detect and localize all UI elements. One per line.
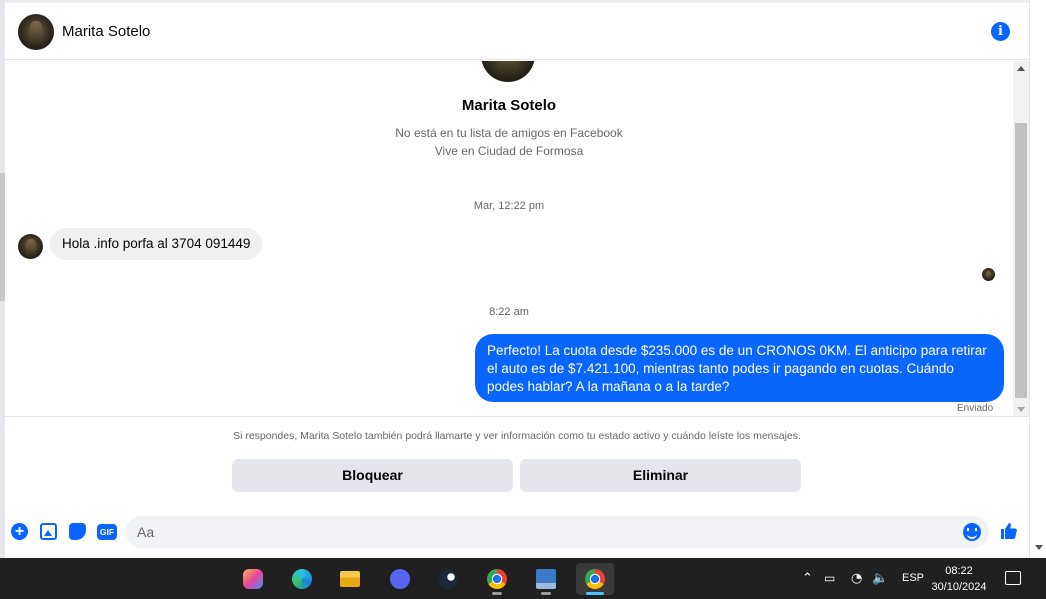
outgoing-message-bubble[interactable]: Perfecto! La cuota desde $235.000 es de … xyxy=(475,334,1004,402)
profile-name: Marita Sotelo xyxy=(461,97,557,114)
message-composer: + GIF Aa xyxy=(5,507,1029,558)
chevron-up-icon[interactable]: ⌃ xyxy=(802,571,813,586)
contact-name[interactable]: Marita Sotelo xyxy=(62,23,150,40)
contact-avatar[interactable] xyxy=(18,14,54,50)
file-explorer-app-icon[interactable] xyxy=(331,563,369,595)
folder-icon xyxy=(340,571,360,587)
wifi-icon[interactable]: ◔ xyxy=(851,571,862,586)
info-icon[interactable]: i xyxy=(991,22,1010,41)
scroll-up-arrow-icon[interactable] xyxy=(1017,66,1025,71)
seen-avatar xyxy=(982,268,995,281)
chrome-icon xyxy=(585,569,605,589)
language-indicator[interactable]: ESP xyxy=(902,572,924,584)
chrome-icon xyxy=(487,569,507,589)
scroll-down-arrow-icon[interactable] xyxy=(1017,407,1025,412)
running-indicator xyxy=(541,592,551,595)
sticker-icon[interactable] xyxy=(69,523,86,540)
edge-icon xyxy=(292,569,312,589)
sent-status-label: Enviado xyxy=(957,403,994,414)
steam-app-icon[interactable] xyxy=(429,563,467,595)
steam-icon xyxy=(438,569,458,589)
copilot-icon xyxy=(243,569,263,589)
clock-date: 30/10/2024 xyxy=(931,581,987,593)
profile-location-text: Vive en Ciudad de Formosa xyxy=(434,144,584,158)
profile-not-friend-text: No está en tu lista de amigos en Faceboo… xyxy=(395,126,623,140)
chrome-profile-app-icon[interactable] xyxy=(576,563,614,595)
remote-desktop-app-icon[interactable] xyxy=(527,563,565,595)
notice-text: Si respondes, Marita Sotelo también podr… xyxy=(233,430,801,442)
chat-window: Marita Sotelo i Marita Sotelo No está en… xyxy=(5,0,1029,558)
message-timestamp: 8:22 am xyxy=(489,306,529,318)
copilot-app-icon[interactable] xyxy=(234,563,272,595)
message-timestamp: Mar, 12:22 pm xyxy=(473,200,545,212)
message-input-placeholder: Aa xyxy=(137,524,155,540)
windows-taskbar: ⌃ ▭ ◔ 🔈 ESP 08:22 30/10/2024 xyxy=(0,558,1046,599)
sender-avatar[interactable] xyxy=(18,234,43,259)
plus-icon[interactable]: + xyxy=(11,523,28,540)
gif-icon[interactable]: GIF xyxy=(97,524,117,540)
thumbs-up-icon[interactable] xyxy=(999,521,1019,541)
clock-time: 08:22 xyxy=(945,565,973,577)
system-clock[interactable]: 08:22 30/10/2024 xyxy=(926,563,992,595)
volume-icon[interactable]: 🔈 xyxy=(872,571,888,586)
incoming-message-bubble[interactable]: Hola .info porfa al 3704 091449 xyxy=(50,228,263,260)
emoji-icon[interactable] xyxy=(963,523,981,541)
page-scroll-down-icon[interactable] xyxy=(1035,545,1043,550)
notification-icon[interactable] xyxy=(1005,571,1021,585)
message-input[interactable]: Aa xyxy=(126,516,989,548)
device-icon[interactable]: ▭ xyxy=(824,571,835,585)
delete-button[interactable]: Eliminar xyxy=(520,459,801,492)
edge-app-icon[interactable] xyxy=(283,563,321,595)
thread-scrollbar[interactable] xyxy=(1013,61,1029,416)
discord-icon xyxy=(390,569,410,589)
scrollbar-thumb[interactable] xyxy=(1015,123,1027,398)
page-scrollbar[interactable] xyxy=(1029,0,1046,558)
active-indicator xyxy=(586,592,604,595)
discord-app-icon[interactable] xyxy=(381,563,419,595)
profile-avatar[interactable] xyxy=(481,61,535,82)
photo-icon[interactable] xyxy=(40,523,57,540)
message-thread: Marita Sotelo No está en tu lista de ami… xyxy=(5,61,1013,416)
block-button[interactable]: Bloquear xyxy=(232,459,513,492)
monitor-icon xyxy=(536,569,556,589)
chat-header: Marita Sotelo i xyxy=(5,0,1029,60)
running-indicator xyxy=(492,592,502,595)
chrome-app-icon[interactable] xyxy=(478,563,516,595)
stranger-notice-panel: Si respondes, Marita Sotelo también podr… xyxy=(5,416,1029,507)
